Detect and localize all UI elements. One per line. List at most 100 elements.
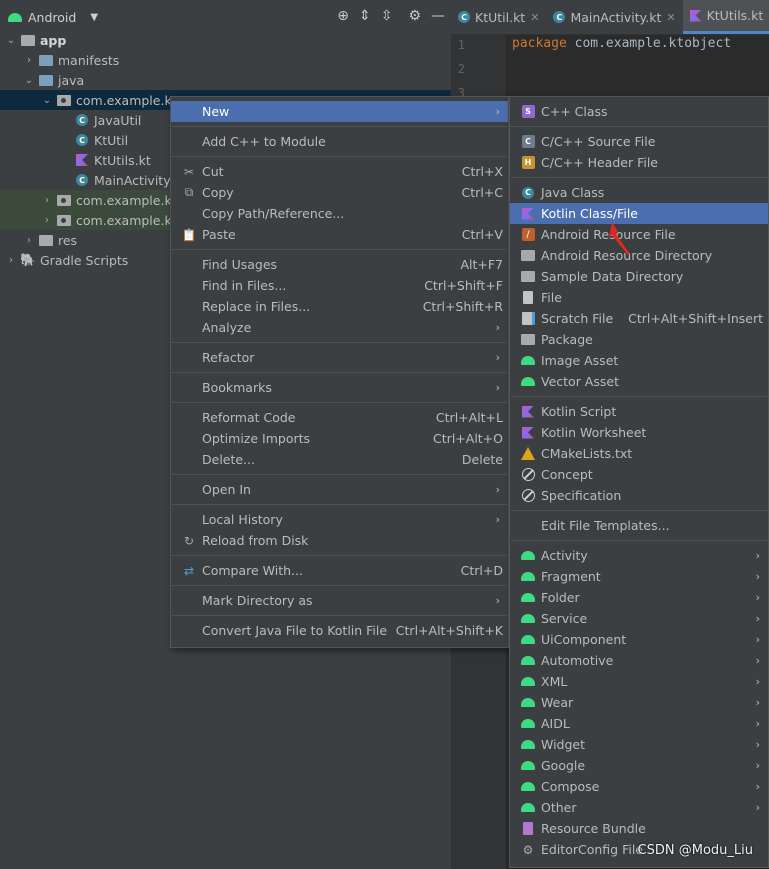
new-item-concept[interactable]: Concept xyxy=(510,464,768,485)
new-item-automotive[interactable]: Automotive › xyxy=(510,650,768,671)
chevron-right-icon[interactable]: › xyxy=(4,255,18,266)
new-item-xml[interactable]: XML › xyxy=(510,671,768,692)
menu-item-analyze[interactable]: Analyze › xyxy=(171,317,508,338)
new-item-compose[interactable]: Compose › xyxy=(510,776,768,797)
chevron-right-icon: › xyxy=(495,381,500,394)
menu-item-replace-in-files[interactable]: Replace in Files... Ctrl+Shift+R xyxy=(171,296,508,317)
menu-item-reformat-code[interactable]: Reformat Code Ctrl+Alt+L xyxy=(171,407,508,428)
menu-item-label: Vector Asset xyxy=(541,374,619,389)
new-item-wear[interactable]: Wear › xyxy=(510,692,768,713)
menu-item-refactor[interactable]: Refactor › xyxy=(171,347,508,368)
new-item-cpp-source[interactable]: C C/C++ Source File xyxy=(510,131,768,152)
menu-item-open-in[interactable]: Open In › xyxy=(171,479,508,500)
chevron-down-icon[interactable]: ⌄ xyxy=(4,35,18,46)
menu-item-mark-directory-as[interactable]: Mark Directory as › xyxy=(171,590,508,611)
collapse-all-icon[interactable]: ⇳ xyxy=(381,8,393,24)
menu-item-find-usages[interactable]: Find Usages Alt+F7 xyxy=(171,254,508,275)
new-item-fragment[interactable]: Fragment › xyxy=(510,566,768,587)
close-icon[interactable]: ✕ xyxy=(666,11,675,24)
project-panel-header: Android ▼ ⊕ ⇕ ⇳ ⚙ — xyxy=(0,0,451,34)
new-item-file[interactable]: File xyxy=(510,287,768,308)
new-item-service[interactable]: Service › xyxy=(510,608,768,629)
new-item-uicomponent[interactable]: UiComponent › xyxy=(510,629,768,650)
menu-item-copy[interactable]: ⧉ Copy Ctrl+C xyxy=(171,182,508,203)
package-icon xyxy=(56,93,72,107)
menu-item-find-in-files[interactable]: Find in Files... Ctrl+Shift+F xyxy=(171,275,508,296)
chevron-right-icon[interactable]: › xyxy=(22,55,36,66)
tab-mainactivity[interactable]: C MainActivity.kt ✕ xyxy=(546,0,682,34)
new-item-specification[interactable]: Specification xyxy=(510,485,768,506)
menu-item-convert-java-to-kotlin[interactable]: Convert Java File to Kotlin File Ctrl+Al… xyxy=(171,620,508,641)
expand-all-icon[interactable]: ⇕ xyxy=(359,8,371,24)
menu-separator xyxy=(511,177,767,178)
menu-item-label: Delete... xyxy=(202,452,255,467)
new-item-resource-bundle[interactable]: Resource Bundle xyxy=(510,818,768,839)
menu-item-reload-from-disk[interactable]: ↻ Reload from Disk xyxy=(171,530,508,551)
new-item-cpp-header[interactable]: H C/C++ Header File xyxy=(510,152,768,173)
tree-item-app[interactable]: ⌄ app xyxy=(0,30,455,50)
project-view-selector[interactable]: Android ▼ xyxy=(8,10,98,25)
menu-item-label: Convert Java File to Kotlin File xyxy=(202,623,388,638)
menu-item-label: Service xyxy=(541,611,588,626)
hide-icon[interactable]: — xyxy=(431,8,445,24)
menu-item-optimize-imports[interactable]: Optimize Imports Ctrl+Alt+O xyxy=(171,428,508,449)
new-item-widget[interactable]: Widget › xyxy=(510,734,768,755)
menu-item-shortcut: Ctrl+V xyxy=(461,227,503,242)
menu-item-bookmarks[interactable]: Bookmarks › xyxy=(171,377,508,398)
editor-tab-bar: C KtUtil.kt ✕ C MainActivity.kt ✕ KtUtil… xyxy=(451,0,769,35)
gear-icon[interactable]: ⚙ xyxy=(408,8,421,24)
new-item-vector-asset[interactable]: Vector Asset xyxy=(510,371,768,392)
chevron-down-icon[interactable]: ⌄ xyxy=(22,75,36,86)
new-item-package[interactable]: Package xyxy=(510,329,768,350)
locate-icon[interactable]: ⊕ xyxy=(337,8,349,24)
new-item-image-asset[interactable]: Image Asset xyxy=(510,350,768,371)
menu-item-delete[interactable]: Delete... Delete xyxy=(171,449,508,470)
menu-item-add-cpp[interactable]: Add C++ to Module xyxy=(171,131,508,152)
new-item-android-resource-file[interactable]: ⧸ Android Resource File xyxy=(510,224,768,245)
new-item-folder[interactable]: Folder › xyxy=(510,587,768,608)
menu-item-local-history[interactable]: Local History › xyxy=(171,509,508,530)
new-item-other[interactable]: Other › xyxy=(510,797,768,818)
new-item-scratch-file[interactable]: Scratch File Ctrl+Alt+Shift+Insert xyxy=(510,308,768,329)
menu-item-paste[interactable]: 📋 Paste Ctrl+V xyxy=(171,224,508,245)
new-item-android-resource-directory[interactable]: Android Resource Directory xyxy=(510,245,768,266)
chevron-right-icon[interactable]: › xyxy=(40,195,54,206)
menu-item-label: Bookmarks xyxy=(202,380,272,395)
menu-item-cut[interactable]: ✂ Cut Ctrl+X xyxy=(171,161,508,182)
chevron-right-icon[interactable]: › xyxy=(40,215,54,226)
resource-folder-icon xyxy=(38,233,54,247)
compare-icon: ⇄ xyxy=(183,563,195,578)
tab-ktutil[interactable]: C KtUtil.kt ✕ xyxy=(451,0,546,34)
menu-item-compare-with[interactable]: ⇄ Compare With... Ctrl+D xyxy=(171,560,508,581)
new-item-cpp-class[interactable]: S C++ Class xyxy=(510,101,768,122)
new-item-google[interactable]: Google › xyxy=(510,755,768,776)
new-item-activity[interactable]: Activity › xyxy=(510,545,768,566)
menu-separator xyxy=(172,342,507,343)
menu-item-label: Image Asset xyxy=(541,353,619,368)
new-item-kotlin-script[interactable]: Kotlin Script xyxy=(510,401,768,422)
kotlin-worksheet-icon xyxy=(520,425,536,441)
new-item-cmakelists[interactable]: CMakeLists.txt xyxy=(510,443,768,464)
close-icon[interactable]: ✕ xyxy=(530,11,539,24)
android-icon xyxy=(520,548,536,564)
tree-item-manifests[interactable]: › manifests xyxy=(0,50,473,70)
code-line-1[interactable]: package com.example.ktobject xyxy=(512,36,731,51)
new-item-aidl[interactable]: AIDL › xyxy=(510,713,768,734)
menu-item-label: Open In xyxy=(202,482,251,497)
kotlin-class-icon: C xyxy=(74,173,90,187)
menu-item-new[interactable]: New › xyxy=(171,101,508,122)
menu-item-label: Resource Bundle xyxy=(541,821,646,836)
chevron-down-icon[interactable]: ⌄ xyxy=(40,95,54,106)
new-item-java-class[interactable]: C Java Class xyxy=(510,182,768,203)
tab-ktutils-active[interactable]: KtUtils.kt xyxy=(682,0,769,34)
menu-item-copy-path[interactable]: Copy Path/Reference... xyxy=(171,203,508,224)
tree-item-label: com.example.kt xyxy=(76,212,177,228)
menu-item-label: Analyze xyxy=(202,320,252,335)
new-item-edit-file-templates[interactable]: Edit File Templates... xyxy=(510,515,768,536)
new-item-kotlin-worksheet[interactable]: Kotlin Worksheet xyxy=(510,422,768,443)
new-item-sample-data-directory[interactable]: Sample Data Directory xyxy=(510,266,768,287)
tree-item-java[interactable]: ⌄ java xyxy=(0,70,473,90)
new-item-kotlin-class-file[interactable]: Kotlin Class/File xyxy=(510,203,768,224)
menu-item-label: Specification xyxy=(541,488,622,503)
chevron-right-icon[interactable]: › xyxy=(22,235,36,246)
